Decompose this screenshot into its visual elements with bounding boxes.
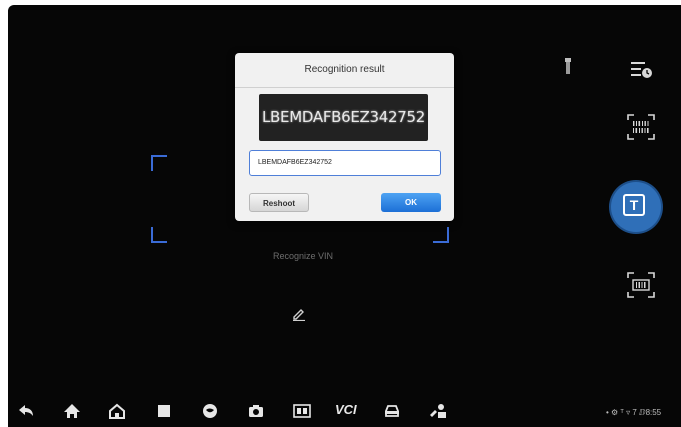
vin-image: LBEMDAFB6EZ342752	[259, 94, 428, 141]
status-bar: • ⚙ ᵀ ▿ 7 ⅅ8:55	[606, 408, 662, 417]
car-icon[interactable]	[382, 401, 402, 421]
home-icon[interactable]	[107, 401, 127, 421]
ok-button[interactable]: OK	[381, 193, 441, 212]
recognition-result-dialog: Recognition result LBEMDAFB6EZ342752 LBE…	[235, 53, 454, 221]
barcode-scan-icon[interactable]	[626, 113, 656, 141]
recent-apps-icon[interactable]	[154, 401, 174, 421]
scan-frame-corner	[433, 227, 449, 243]
text-recognition-button[interactable]: T	[611, 182, 661, 232]
vin-scan-icon[interactable]	[626, 271, 656, 299]
browser-icon[interactable]	[200, 401, 220, 421]
tablet-screen: Recognize VIN T Recognition result LBEMD…	[8, 5, 681, 427]
history-menu-icon[interactable]	[630, 59, 654, 81]
text-icon: T	[623, 194, 645, 216]
scan-frame-corner	[151, 155, 167, 171]
flashlight-icon[interactable]	[564, 57, 572, 75]
vci-status[interactable]: VCI	[335, 402, 357, 424]
vin-image-text: LBEMDAFB6EZ342752	[262, 108, 425, 126]
dialog-title: Recognition result	[235, 53, 454, 88]
scan-frame-corner	[151, 227, 167, 243]
vci-label: VCI	[335, 402, 357, 417]
service-icon[interactable]	[428, 401, 448, 421]
screen-record-icon[interactable]	[292, 401, 312, 421]
reshoot-button[interactable]: Reshoot	[249, 193, 309, 212]
autel-home-icon[interactable]	[62, 401, 82, 421]
vin-input[interactable]: LBEMDAFB6EZ342752	[249, 150, 441, 176]
camera-icon[interactable]	[246, 401, 266, 421]
edit-icon[interactable]	[291, 305, 307, 322]
scan-caption: Recognize VIN	[272, 251, 334, 261]
screen: Recognize VIN T Recognition result LBEMD…	[0, 0, 681, 427]
back-icon[interactable]	[16, 401, 36, 421]
